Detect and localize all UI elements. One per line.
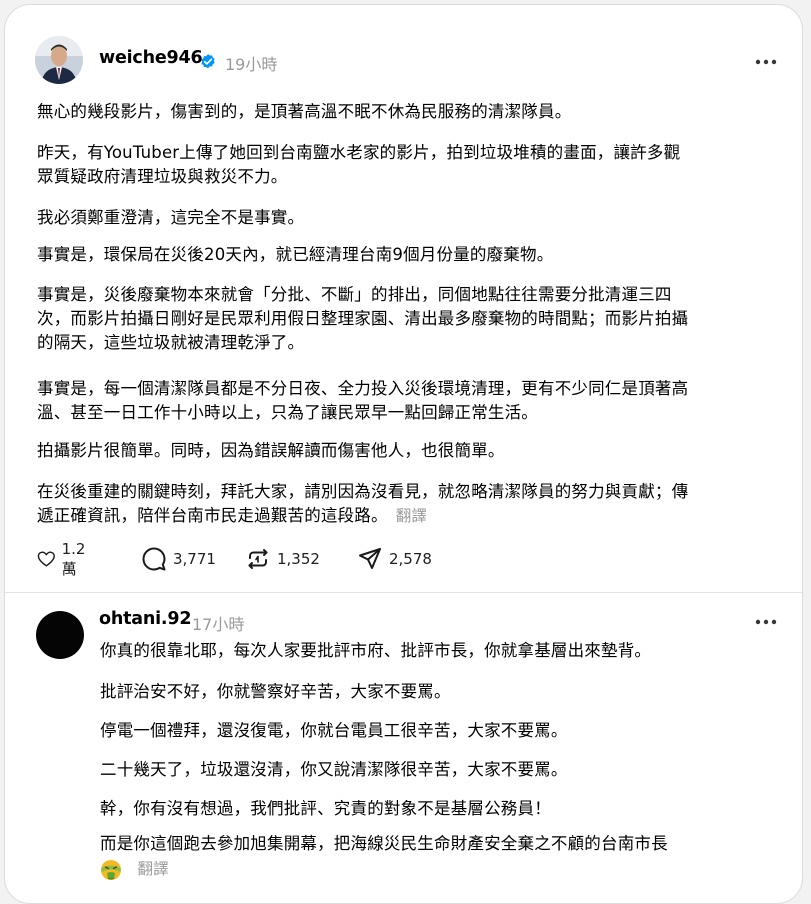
post-paragraph: 事實是，災後廢棄物本來就會「分批、不斷」的排出，同個地點往往需要分批清運三四 次… — [37, 285, 689, 352]
reply-line: 你真的很靠北耶，每次人家要批評市府、批評市長，你就拿基層出來墊背。 — [100, 641, 652, 660]
like-count: 1.2 萬 — [61, 539, 86, 578]
heart-icon — [37, 551, 55, 567]
post-paragraph: 事實是，每一個清潔隊員都是不分日夜、全力投入災後環境清理，更有不少同仁是頂著高 … — [37, 379, 689, 422]
author-avatar[interactable] — [35, 36, 83, 84]
thread-card: weiche946 19小時 無心的幾段影片，傷害到的，是頂著高溫不眠不休為民服… — [4, 4, 803, 904]
reply-line: 停電一個禮拜，還沒復電，你就台電員工很辛苦，大家不要罵。 — [100, 721, 568, 740]
reply-timestamp[interactable]: 17小時 — [192, 611, 244, 635]
translate-link[interactable]: 翻譯 — [137, 860, 168, 878]
reply-line: 幹，你有沒有想過，我們批評、究責的對象不是基層公務員！ — [100, 799, 551, 818]
repost-icon — [248, 549, 268, 569]
more-options-icon[interactable] — [755, 619, 777, 625]
repost-button[interactable]: 1,352 — [245, 546, 320, 572]
author-username[interactable]: weiche946 — [99, 48, 203, 68]
send-icon — [359, 548, 381, 569]
post-paragraph: 無心的幾段影片，傷害到的，是頂著高溫不眠不休為民服務的清潔隊員。 — [37, 102, 572, 121]
post-paragraph: 拍攝影片很簡單。同時，因為錯誤解讀而傷害他人，也很簡單。 — [37, 441, 505, 460]
reply-line: 批評治安不好，你就警察好辛苦，大家不要罵。 — [100, 682, 451, 701]
person-photo-icon — [35, 36, 83, 84]
vomiting-face-icon — [101, 859, 121, 880]
reply-author-avatar[interactable] — [36, 611, 84, 659]
post-paragraph: 昨天，有YouTuber上傳了她回到台南鹽水老家的影片，拍到垃圾堆積的畫面，讓許… — [37, 143, 681, 186]
share-button[interactable]: 2,578 — [357, 546, 432, 572]
divider — [5, 592, 802, 593]
post-paragraph: 在災後重建的關鍵時刻，拜託大家，請別因為沒看見，就忽略清潔隊員的努力與貢獻；傳 … — [37, 482, 689, 525]
repost-count: 1,352 — [277, 550, 320, 568]
comment-button[interactable]: 3,771 — [141, 546, 216, 572]
reply-author-username[interactable]: ohtani.92 — [99, 609, 192, 629]
like-button[interactable]: 1.2 萬 — [37, 540, 93, 578]
share-count: 2,578 — [389, 550, 432, 568]
more-options-icon[interactable] — [755, 59, 777, 65]
comment-bubble-icon — [142, 547, 166, 571]
translate-link[interactable]: 翻譯 — [396, 507, 427, 525]
verified-badge-icon — [201, 54, 215, 69]
comment-count: 3,771 — [173, 550, 216, 568]
post-timestamp[interactable]: 19小時 — [225, 51, 277, 75]
reply-line: 翻譯 — [100, 857, 169, 881]
post-paragraph: 事實是，環保局在災後20天內，就已經清理台南9個月份量的廢棄物。 — [37, 245, 554, 264]
reply-line: 二十幾天了，垃圾還沒清，你又說清潔隊很辛苦，大家不要罵。 — [100, 760, 568, 779]
reply-line: 而是你這個跑去參加旭集開幕，把海線災民生命財產安全棄之不顧的台南市長 — [100, 834, 668, 853]
post-paragraph: 我必須鄭重澄清，這完全不是事實。 — [37, 208, 305, 227]
